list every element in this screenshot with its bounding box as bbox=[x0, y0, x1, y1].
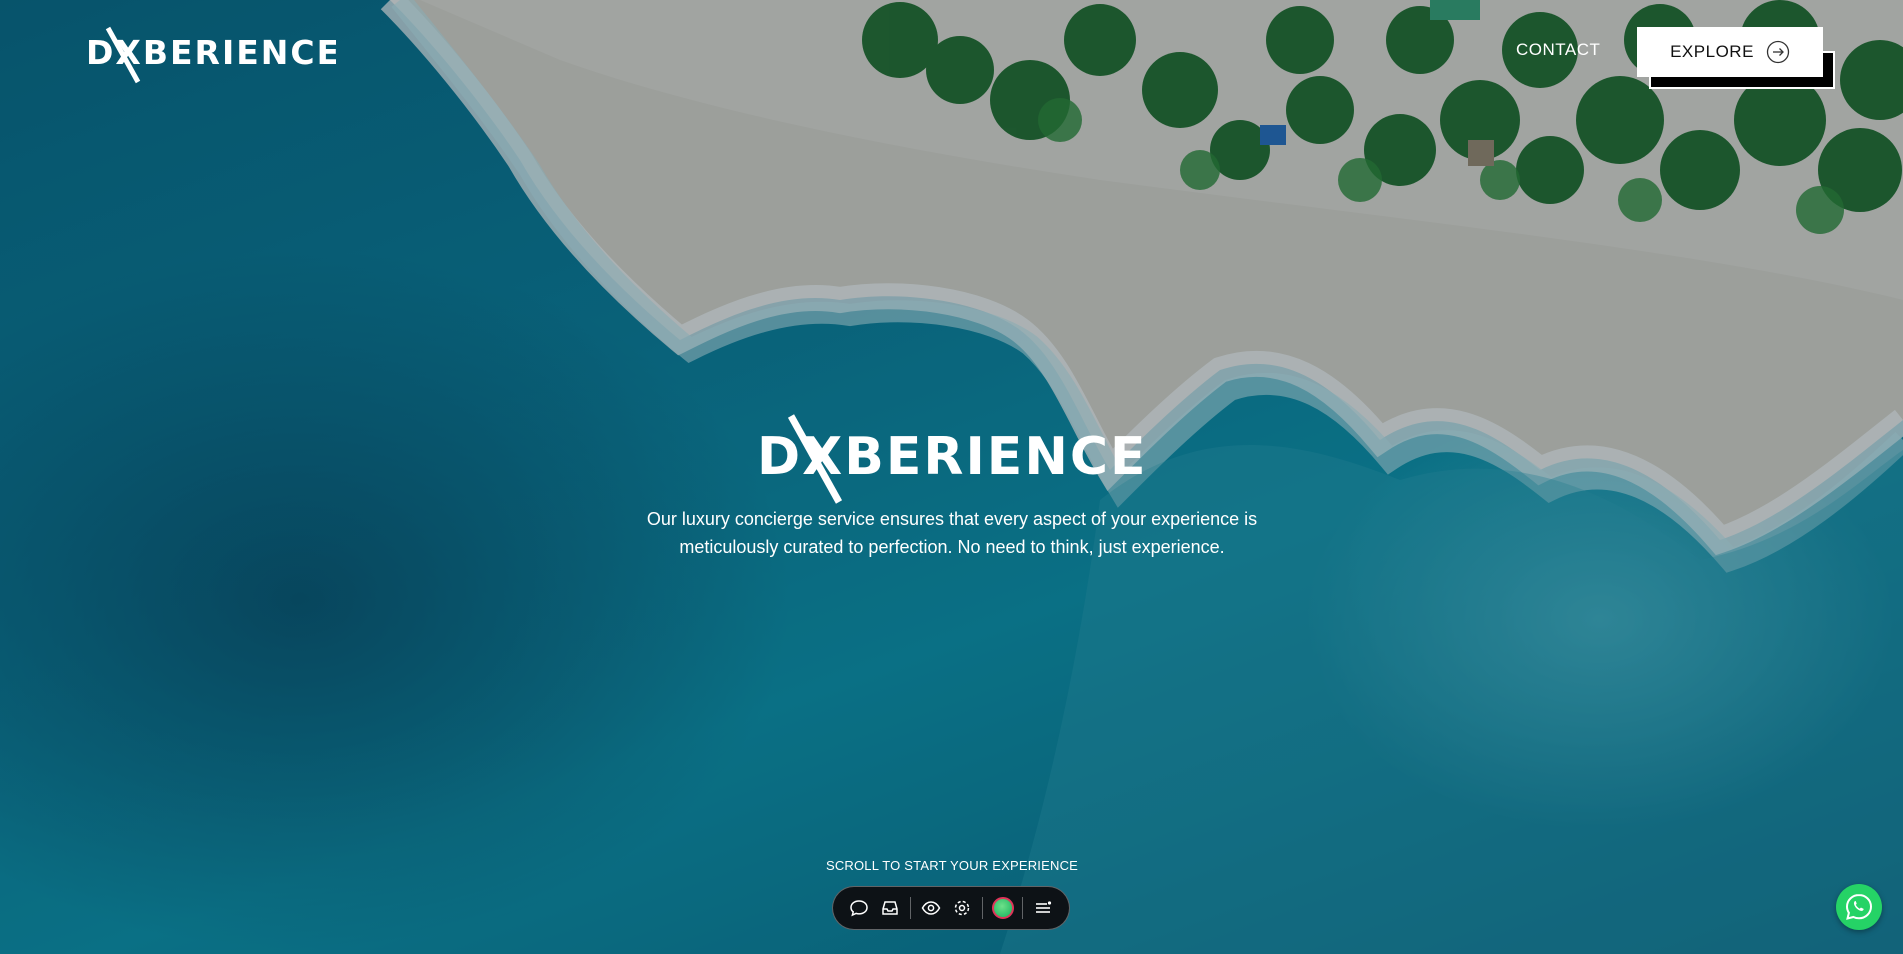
hero-logo: DXBERIENCE bbox=[757, 414, 1148, 504]
whatsapp-icon bbox=[1845, 893, 1873, 920]
hero-logo-text: DXBERIENCE bbox=[757, 427, 1148, 487]
menu-icon[interactable] bbox=[1027, 892, 1059, 924]
toolbar-divider bbox=[981, 897, 983, 919]
brand-logo-text: DXBERIENCE bbox=[86, 33, 336, 72]
scroll-prompt: SCROLL TO START YOUR EXPERIENCE bbox=[825, 858, 1079, 873]
explore-button-group: EXPLORE bbox=[1637, 27, 1835, 91]
toolbar-divider bbox=[1022, 897, 1024, 919]
toolbar-divider bbox=[910, 897, 911, 919]
inbox-icon[interactable] bbox=[875, 892, 907, 924]
hero-description: Our luxury concierge service ensures tha… bbox=[646, 509, 1258, 557]
eye-icon[interactable] bbox=[915, 892, 947, 924]
floating-toolbar bbox=[832, 886, 1070, 930]
brand-logo[interactable]: DXBERIENCE bbox=[86, 24, 336, 84]
explore-button[interactable]: EXPLORE bbox=[1637, 27, 1823, 77]
contact-link[interactable]: CONTACT bbox=[1516, 40, 1600, 60]
chat-bubble-icon[interactable] bbox=[843, 892, 875, 924]
color-dot bbox=[991, 897, 1014, 919]
explore-button-label: EXPLORE bbox=[1670, 42, 1754, 61]
focus-icon[interactable] bbox=[946, 892, 978, 924]
whatsapp-button[interactable] bbox=[1836, 884, 1882, 930]
arrow-right-circle-icon bbox=[1766, 40, 1790, 64]
landing-page: DXBERIENCE CONTACT EXPLORE DXBERIENCE Ou… bbox=[0, 0, 1903, 954]
color-dot-icon[interactable] bbox=[987, 892, 1019, 924]
